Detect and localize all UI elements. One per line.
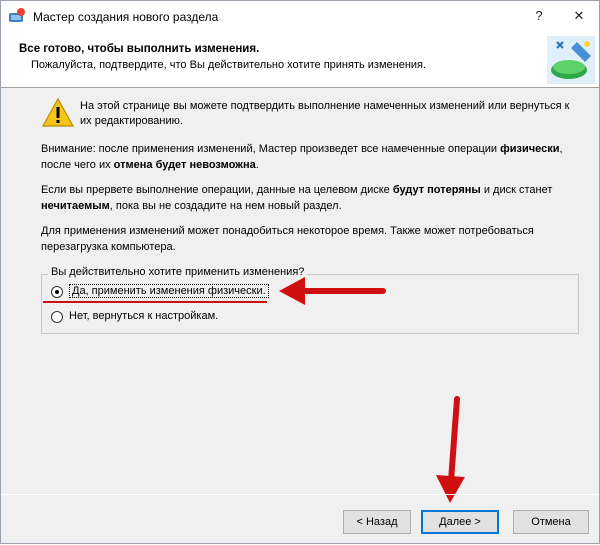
partition-app-icon: [9, 8, 25, 22]
wizard-logo-icon: [547, 36, 595, 84]
radio-button-unchecked[interactable]: [51, 311, 63, 323]
close-button[interactable]: ✕: [557, 1, 600, 31]
next-button[interactable]: Далее >: [421, 510, 499, 534]
warning-text: На этой странице вы можете подтвердить в…: [80, 100, 570, 127]
radio-label-apply[interactable]: Да, применить изменения физически.: [69, 284, 269, 298]
info-paragraph-time: Для применения изменений может понадобит…: [41, 225, 534, 253]
wizard-header: Все готово, чтобы выполнить изменения. П…: [1, 32, 599, 88]
warning-paragraph-interrupt: Если вы прервете выполнение операции, да…: [41, 184, 553, 212]
annotation-arrow-down: [436, 396, 465, 503]
confirm-groupbox-legend: Вы действительно хотите применить измене…: [48, 266, 308, 278]
title-bar: Мастер создания нового раздела ? ✕: [1, 1, 599, 32]
wizard-window: Мастер создания нового раздела ? ✕ Все г…: [0, 0, 600, 544]
radio-button-checked[interactable]: [51, 286, 63, 298]
header-subtitle: Пожалуйста, подтвердите, что Вы действит…: [31, 59, 427, 71]
help-button[interactable]: ?: [517, 1, 561, 31]
window-title: Мастер создания нового раздела: [33, 10, 219, 24]
header-title: Все готово, чтобы выполнить изменения.: [19, 43, 260, 55]
annotation-underline: [43, 301, 267, 303]
confirm-groupbox: [41, 274, 579, 334]
cancel-button[interactable]: Отмена: [513, 510, 589, 534]
warning-paragraph-apply: Внимание: после применения изменений, Ма…: [41, 143, 563, 171]
back-button[interactable]: < Назад: [343, 510, 411, 534]
footer-separator: [1, 494, 599, 495]
radio-label-return[interactable]: Нет, вернуться к настройкам.: [69, 310, 218, 322]
warning-icon: [41, 97, 75, 127]
